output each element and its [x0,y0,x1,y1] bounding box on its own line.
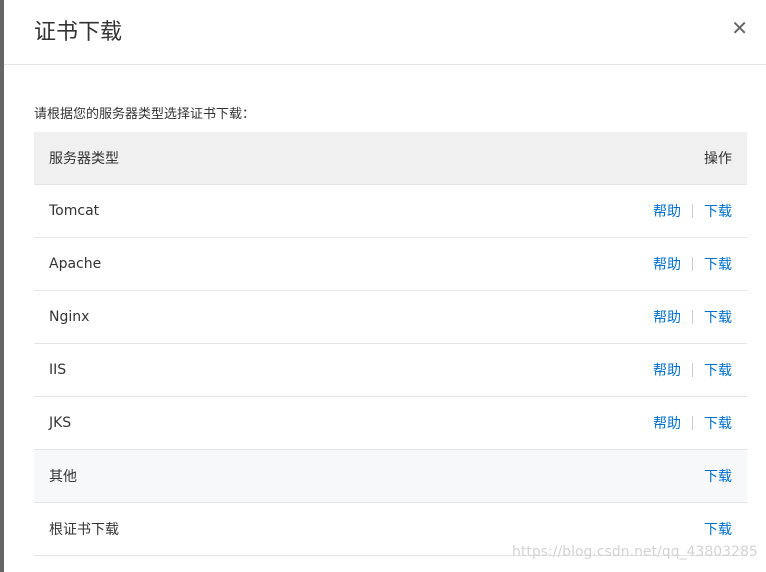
table-row: Tomcat 帮助 下载 [34,185,747,238]
server-type: 其他 [49,469,77,485]
dialog-title: 证书下载 [34,20,123,45]
server-type: Tomcat [49,203,100,219]
table-row: Nginx 帮助 下载 [34,291,747,344]
download-link[interactable]: 下载 [704,201,732,221]
server-type: JKS [49,415,72,431]
dialog-header: 证书下载 ✕ [4,0,766,65]
table-header: 服务器类型 操作 [34,132,747,185]
divider [692,257,693,271]
table-row: 其他 下载 [34,450,747,503]
download-link[interactable]: 下载 [704,307,732,327]
server-type: Nginx [49,309,90,325]
divider [692,204,693,218]
table-row: JKS 帮助 下载 [34,397,747,450]
certificate-table: 服务器类型 操作 Tomcat 帮助 下载 Apache 帮助 下载 Nginx 帮… [34,132,747,556]
help-link[interactable]: 帮助 [653,307,681,327]
help-link[interactable]: 帮助 [653,254,681,274]
table-row: Apache 帮助 下载 [34,238,747,291]
help-link[interactable]: 帮助 [653,360,681,380]
server-type: Apache [49,256,102,272]
left-edge-bar [0,0,4,572]
download-link[interactable]: 下载 [704,413,732,433]
help-link[interactable]: 帮助 [653,201,681,221]
download-link[interactable]: 下载 [704,254,732,274]
divider [692,310,693,324]
table-row: IIS 帮助 下载 [34,344,747,397]
column-header-actions: 操作 [704,151,732,167]
close-icon[interactable]: ✕ [731,16,748,40]
server-type: IIS [49,362,67,378]
download-link[interactable]: 下载 [704,519,732,539]
divider [692,416,693,430]
download-link[interactable]: 下载 [704,360,732,380]
server-type: 根证书下载 [49,522,119,538]
column-header-type: 服务器类型 [49,151,119,167]
watermark: https://blog.csdn.net/qq_43803285 [512,544,758,560]
instruction-text: 请根据您的服务器类型选择证书下载： [34,107,256,122]
download-link[interactable]: 下载 [704,466,732,486]
help-link[interactable]: 帮助 [653,413,681,433]
divider [692,363,693,377]
